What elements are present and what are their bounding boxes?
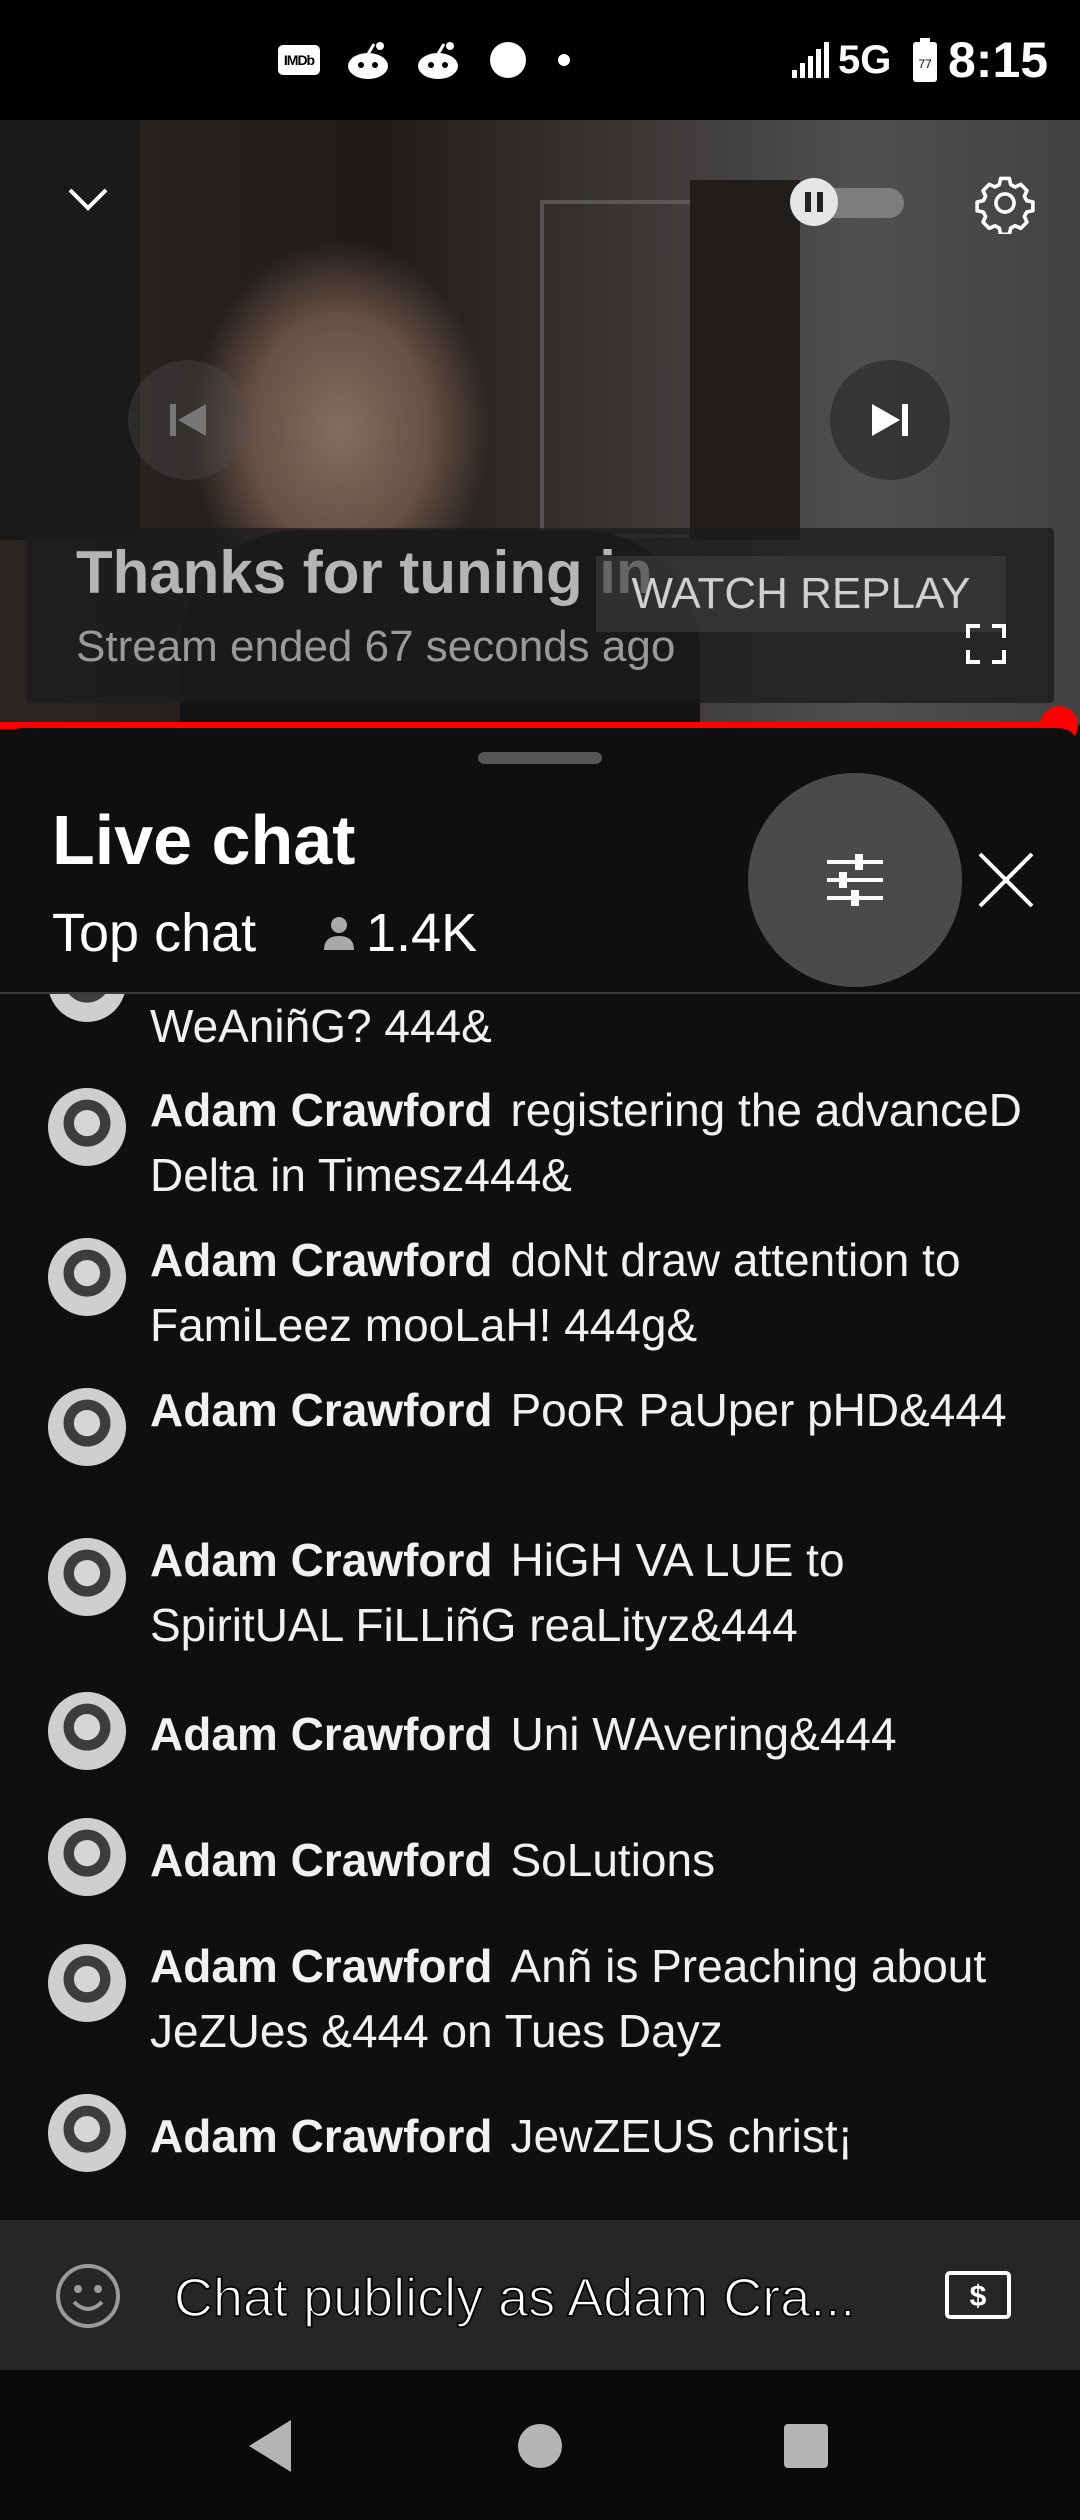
imdb-label: IMDb: [278, 45, 320, 75]
chat-input[interactable]: [174, 2258, 894, 2338]
message-text-row: Adam Crawford PooR PaUper pHD&444: [150, 1378, 1030, 1443]
message-text-row: Adam Crawford HiGH VA LUE to SpiritUAL Fi…: [150, 1528, 1030, 1658]
next-button[interactable]: [830, 360, 950, 480]
message-text-row: Adam Crawford Anñ is Preaching about JeZU…: [150, 1934, 1030, 2064]
author-name[interactable]: Adam Crawford: [150, 1708, 492, 1760]
dollar-icon: $: [945, 2271, 1011, 2319]
avatar[interactable]: [48, 1088, 126, 1166]
message-text-row: WeAniñG? 444&: [150, 994, 1030, 1059]
author-name[interactable]: Adam Crawford: [150, 1534, 492, 1586]
skip-next-icon: [872, 404, 908, 436]
avatar[interactable]: [48, 1388, 126, 1466]
smiley-icon: [56, 2264, 120, 2328]
avatar[interactable]: [48, 1818, 126, 1896]
stream-ended-title: Thanks for tuning in: [76, 539, 653, 606]
message-text-row: Adam Crawford JewZEUS christ¡: [150, 2104, 1030, 2169]
chat-message-list[interactable]: WeAniñG? 444& Adam Crawford registering t…: [0, 994, 1080, 2220]
author-name[interactable]: Adam Crawford: [150, 1234, 492, 1286]
back-icon: [249, 2420, 291, 2472]
collapse-button[interactable]: [58, 170, 118, 230]
settings-button[interactable]: [970, 168, 1040, 238]
avatar[interactable]: [48, 1238, 126, 1316]
small-dot-icon: [556, 0, 572, 120]
avatar[interactable]: [48, 1692, 126, 1770]
avatar: [48, 994, 126, 1022]
previous-button[interactable]: [128, 360, 248, 480]
author-name[interactable]: Adam Crawford: [150, 1084, 492, 1136]
tune-icon: [827, 854, 883, 906]
message-text-row: Adam Crawford doNt draw attention to Fami…: [150, 1228, 1030, 1358]
network-label: 5G: [838, 37, 892, 82]
message-text: WeAniñG? 444&: [150, 1000, 492, 1052]
fullscreen-icon: [966, 624, 1006, 664]
gear-icon: [975, 176, 1035, 234]
drag-handle[interactable]: [478, 752, 602, 764]
pause-icon: [790, 178, 838, 226]
chat-filter-button[interactable]: [748, 773, 962, 987]
message-text: JewZEUS christ¡: [510, 2110, 853, 2162]
chat-mode-selector[interactable]: Top chat: [52, 902, 256, 964]
emoji-button[interactable]: [54, 2262, 122, 2330]
message-text-row: Adam Crawford Uni WAvering&444: [150, 1702, 1030, 1767]
skip-previous-icon: [170, 404, 206, 436]
message-text-row: Adam Crawford registering the advanceD De…: [150, 1078, 1030, 1208]
autoplay-toggle[interactable]: [790, 178, 908, 226]
home-icon: [518, 2424, 562, 2468]
message-text: SoLutions: [510, 1834, 716, 1886]
stream-ended-subtitle: Stream ended 67 seconds ago: [76, 622, 676, 671]
message-text: Uni WAvering&444: [510, 1708, 897, 1760]
person-icon: [324, 917, 354, 950]
close-chat-button[interactable]: [968, 842, 1044, 918]
avatar[interactable]: [48, 1944, 126, 2022]
author-name[interactable]: Adam Crawford: [150, 2110, 492, 2162]
author-name[interactable]: Adam Crawford: [150, 1384, 492, 1436]
recents-button[interactable]: [776, 2416, 836, 2476]
signal-icon: [792, 0, 832, 120]
author-name[interactable]: Adam Crawford: [150, 1834, 492, 1886]
watch-replay-button[interactable]: WATCH REPLAY: [596, 556, 1006, 632]
viewer-count-value: 1.4K: [366, 903, 478, 963]
fullscreen-button[interactable]: [962, 620, 1010, 668]
reddit-icon: [414, 0, 462, 120]
avatar[interactable]: [48, 2094, 126, 2172]
message-text-row: Adam Crawford SoLutions: [150, 1828, 1030, 1893]
avatar[interactable]: [48, 1538, 126, 1616]
home-button[interactable]: [510, 2416, 570, 2476]
back-button[interactable]: [240, 2416, 300, 2476]
imdb-icon: IMDb: [278, 0, 320, 120]
super-chat-button[interactable]: $: [944, 2270, 1012, 2320]
close-icon: [978, 852, 1034, 908]
author-name[interactable]: Adam Crawford: [150, 1940, 492, 1992]
svg-text:$: $: [970, 2280, 987, 2313]
chat-title: Live chat: [52, 801, 356, 879]
chevron-down-icon: [68, 188, 108, 211]
recents-icon: [784, 2424, 828, 2468]
battery-level: 77: [918, 57, 932, 71]
message-text: PooR PaUper pHD&444: [510, 1384, 1007, 1436]
viewer-count: 1.4K: [322, 902, 477, 964]
clock: 8:15: [948, 32, 1049, 88]
status-bar: IMDb 5G 77 8:15: [0, 0, 1080, 120]
battery-icon: 77: [912, 0, 938, 120]
reddit-icon: [344, 0, 392, 120]
circle-dot-icon: [488, 0, 528, 120]
